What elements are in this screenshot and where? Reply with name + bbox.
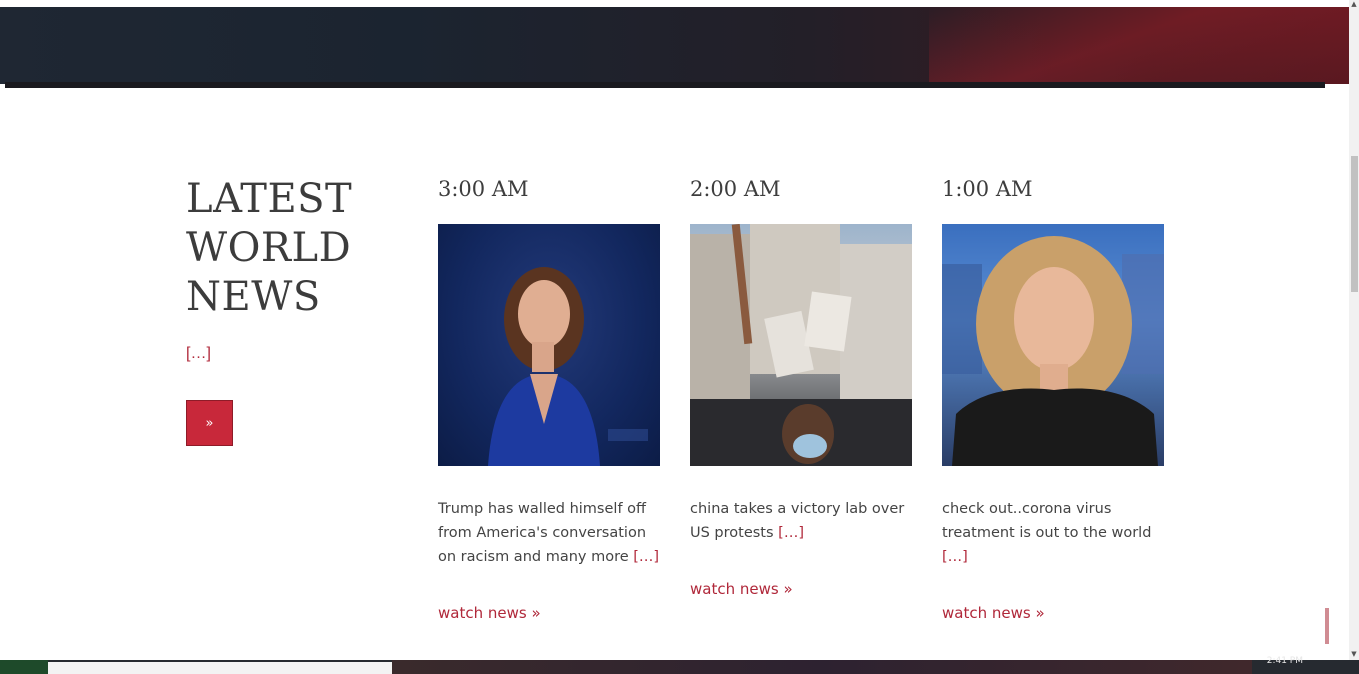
read-more-link[interactable]: […] (942, 549, 968, 565)
section-title: LATEST WORLD NEWS (186, 175, 386, 322)
hero-bottom-band (5, 82, 1325, 88)
read-more-link[interactable]: […] (778, 525, 804, 541)
news-time: 3:00 AM (438, 177, 529, 201)
watch-news-link[interactable]: watch news » (690, 580, 793, 598)
section-more-link[interactable]: […] (186, 345, 211, 363)
watch-news-link[interactable]: watch news » (438, 604, 541, 622)
vertical-scrollbar[interactable] (1349, 0, 1359, 660)
next-slide-button[interactable]: » (186, 400, 233, 446)
start-button[interactable] (0, 660, 48, 674)
browser-top-strip (0, 0, 1349, 7)
watch-news-link[interactable]: watch news » (942, 604, 1045, 622)
news-card: 1:00 AM check out..corona virus treatmen… (942, 170, 1164, 622)
news-description-text: check out..corona virus treatment is out… (942, 501, 1152, 541)
news-description: Trump has walled himself off from Americ… (438, 497, 660, 569)
double-chevron-right-icon: » (205, 415, 214, 431)
section-title-line: WORLD (186, 225, 352, 271)
news-thumbnail[interactable] (942, 224, 1164, 466)
news-thumbnail[interactable] (438, 224, 660, 466)
read-more-link[interactable]: […] (633, 549, 659, 565)
news-description: china takes a victory lab over US protes… (690, 497, 912, 545)
protest-image (690, 224, 912, 466)
scrollbar-thumb[interactable] (1351, 156, 1358, 292)
hero-banner-image (0, 7, 1349, 84)
news-thumbnail[interactable] (690, 224, 912, 466)
back-to-top-handle[interactable] (1325, 608, 1329, 644)
news-card: 3:00 AM Trump has walled himself off fro… (438, 170, 660, 622)
section-title-line: NEWS (186, 274, 321, 320)
news-anchor-image (942, 236, 1164, 466)
news-description: check out..corona virus treatment is out… (942, 497, 1164, 569)
news-time: 2:00 AM (690, 177, 781, 201)
section-title-line: LATEST (186, 176, 353, 222)
news-anchor-image (488, 267, 648, 466)
taskbar: 2:41 PM (0, 656, 1359, 674)
news-description-text: Trump has walled himself off from Americ… (438, 501, 647, 565)
taskbar-clock: 2:41 PM (1266, 656, 1303, 666)
news-card: 2:00 AM china takes a victory lab over U… (690, 170, 912, 598)
taskbar-apps[interactable] (392, 660, 1252, 674)
scroll-down-arrow-icon[interactable]: ▼ (1349, 650, 1359, 660)
taskbar-search-box[interactable] (48, 662, 392, 674)
news-time: 1:00 AM (942, 177, 1033, 201)
scroll-up-arrow-icon[interactable]: ▲ (1349, 0, 1359, 10)
